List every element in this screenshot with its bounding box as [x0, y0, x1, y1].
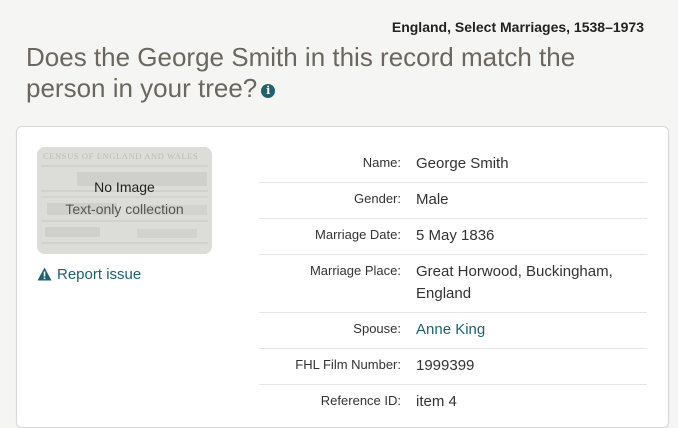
record-details: Name: George Smith Gender: Male Marriage Dat… [259, 147, 647, 420]
record-thumbnail: CENSUS OF ENGLAND AND WALES No Image Tex… [37, 147, 212, 254]
record-field-label: Name: [362, 155, 401, 170]
census-heading-text: CENSUS OF ENGLAND AND WALES [43, 151, 198, 161]
info-icon[interactable]: i [261, 84, 276, 98]
record-row: FHL Film Number: 1999399 [259, 349, 647, 385]
question-text: Does the George Smith in this record mat… [26, 42, 576, 103]
record-field-label: Gender: [354, 191, 401, 206]
record-field-value: 1999399 [416, 357, 475, 374]
record-row: Reference ID: item 4 [259, 385, 647, 420]
record-row: Gender: Male [259, 183, 647, 219]
record-field-label: Spouse: [353, 321, 401, 336]
spouse-link[interactable]: Anne King [416, 319, 485, 341]
record-field-label: Marriage Date: [315, 227, 401, 242]
record-field-label: Marriage Place: [309, 263, 401, 278]
no-image-subtitle: Text-only collection [65, 201, 184, 217]
report-issue-label: Report issue [57, 266, 142, 283]
record-card: CENSUS OF ENGLAND AND WALES No Image Tex… [16, 126, 669, 428]
report-issue-link[interactable]: Report issue [37, 266, 141, 285]
record-row: Spouse: Anne King [259, 313, 647, 349]
no-image-title: No Image [94, 179, 155, 195]
record-field-value: item 4 [416, 393, 457, 410]
page-question: Does the George Smith in this record mat… [26, 42, 626, 104]
record-field-label: FHL Film Number: [295, 357, 401, 372]
record-field-value: Great Horwood, Buckingham, England [416, 263, 613, 302]
collection-title: England, Select Marriages, 1538–1973 [391, 19, 644, 35]
record-field-label: Reference ID: [320, 393, 401, 408]
record-field-value: George Smith [416, 155, 509, 172]
record-row: Marriage Date: 5 May 1836 [259, 219, 647, 255]
record-row: Name: George Smith [259, 147, 647, 183]
record-row: Marriage Place: Great Horwood, Buckingham… [259, 255, 647, 313]
record-field-value: Male [416, 191, 449, 208]
warning-icon [37, 267, 52, 285]
record-field-value: 5 May 1836 [416, 227, 495, 244]
